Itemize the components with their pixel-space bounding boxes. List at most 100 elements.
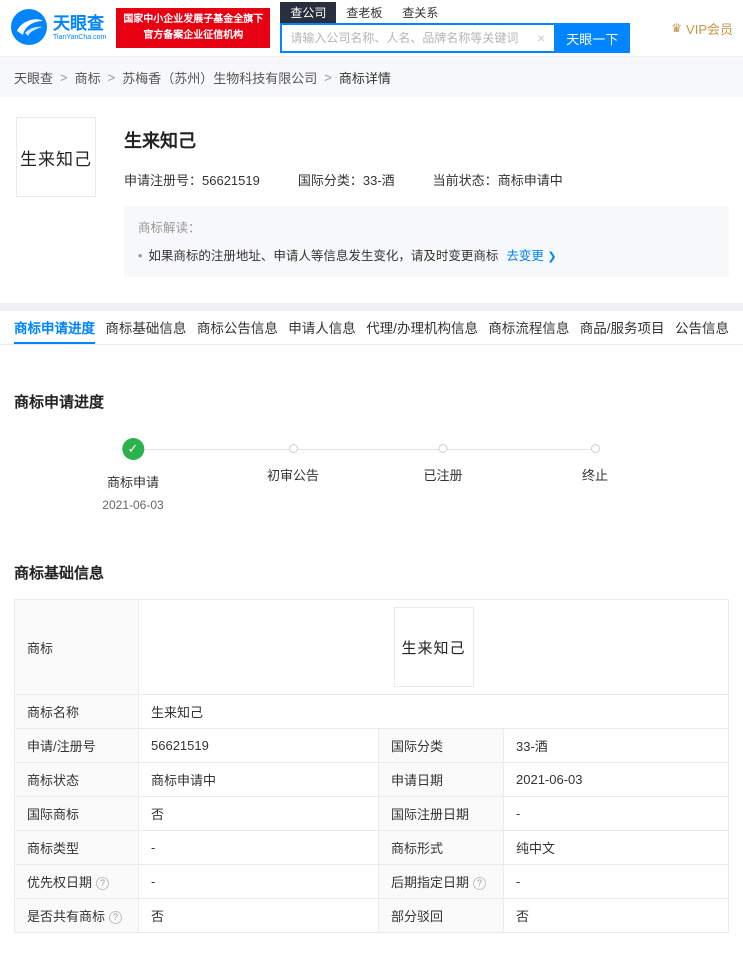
progress-section-title: 商标申请进度 xyxy=(14,394,105,411)
cell-value: - xyxy=(138,830,379,865)
tab-gazette-info[interactable]: 公告信息 xyxy=(675,311,729,344)
step-terminated: 终止 xyxy=(582,438,608,484)
step-label: 终止 xyxy=(581,468,609,483)
basic-info-section-title: 商标基础信息 xyxy=(14,565,105,582)
cell-label: 国际商标 xyxy=(14,796,139,831)
cell-label: 国际注册日期 xyxy=(378,796,504,831)
table-row: 商标状态 商标申请中 申请日期 2021-06-03 xyxy=(14,762,729,797)
basic-info-section: 商标基础信息 商标 生来知己 商标名称 生来知己 申请/注册号 56621519… xyxy=(0,534,743,953)
cell-value: 纯中文 xyxy=(503,830,729,865)
step-dot-icon xyxy=(438,444,448,453)
tianyancha-logo-icon xyxy=(10,8,48,49)
table-row: 是否共有商标? 否 部分驳回 否 xyxy=(14,898,729,933)
vip-link[interactable]: ♛ VIP会员 xyxy=(671,19,733,38)
table-row: 优先权日期? - 后期指定日期? - xyxy=(14,864,729,899)
cell-value: - xyxy=(503,864,729,899)
check-icon: ✓ xyxy=(121,438,144,460)
cell-label: 是否共有商标? xyxy=(14,898,139,933)
cell-label: 后期指定日期? xyxy=(378,864,504,899)
detail-tabs: 商标申请进度 商标基础信息 商标公告信息 申请人信息 代理/办理机构信息 商标流… xyxy=(0,311,743,345)
breadcrumb: 天眼查 > 商标 > 苏梅香（苏州）生物科技有限公司 > 商标详情 xyxy=(0,57,743,97)
trademark-summary: 生来知己 生来知己 申请注册号：56621519 国际分类：33-酒 当前状态：… xyxy=(0,97,743,303)
cell-label: 商标形式 xyxy=(378,830,504,865)
step-applied: ✓ 商标申请 2021-06-03 xyxy=(102,438,164,512)
tab-basic-info[interactable]: 商标基础信息 xyxy=(105,311,186,344)
logo-name: 天眼查 xyxy=(53,13,104,33)
step-label: 已注册 xyxy=(423,468,463,483)
tab-progress[interactable]: 商标申请进度 xyxy=(14,311,95,344)
breadcrumb-item-current: 商标详情 xyxy=(338,70,391,86)
cell-value: 56621519 xyxy=(138,728,379,763)
breadcrumb-item-company[interactable]: 苏梅香（苏州）生物科技有限公司 xyxy=(122,68,317,87)
cell-value: 生来知己 xyxy=(138,599,729,695)
step-dot-icon xyxy=(590,444,600,453)
breadcrumb-separator: > xyxy=(60,69,68,85)
help-icon[interactable]: ? xyxy=(96,877,110,890)
badge-line1: 国家中小企业发展子基金全旗下 xyxy=(123,14,264,25)
meta-reg-number-label: 申请注册号： xyxy=(124,173,203,188)
search-type-tabs: 查公司 查老板 查关系 xyxy=(280,2,630,23)
meta-intl-class: 国际分类：33-酒 xyxy=(298,170,395,189)
search-tab-company[interactable]: 查公司 xyxy=(280,2,337,23)
crown-icon: ♛ xyxy=(671,21,683,35)
search-tab-boss[interactable]: 查老板 xyxy=(336,2,392,23)
logo-domain: TianYanCha.com xyxy=(53,33,107,41)
badge-line2: 官方备案企业征信机构 xyxy=(143,30,244,41)
tip-title: 商标解读： xyxy=(138,221,201,235)
breadcrumb-separator: > xyxy=(107,69,116,85)
meta-reg-number: 申请注册号：56621519 xyxy=(124,170,260,189)
breadcrumb-item-trademark[interactable]: 商标 xyxy=(75,68,101,87)
cell-label: 商标状态 xyxy=(14,762,139,797)
help-icon[interactable]: ? xyxy=(473,877,487,890)
meta-status-label: 当前状态： xyxy=(432,173,498,188)
breadcrumb-separator: > xyxy=(324,69,332,85)
table-row: 申请/注册号 56621519 国际分类 33-酒 xyxy=(14,728,729,763)
table-row: 国际商标 否 国际注册日期 - xyxy=(14,796,729,831)
search-input[interactable] xyxy=(282,31,529,45)
certification-badge: 国家中小企业发展子基金全旗下 官方备案企业征信机构 xyxy=(116,8,271,48)
cell-value: 否 xyxy=(138,796,379,831)
top-bar: 天眼查 TianYanCha.com 国家中小企业发展子基金全旗下 官方备案企业… xyxy=(0,0,743,57)
cell-label: 国际分类 xyxy=(378,728,504,763)
search-box: 查公司 查老板 查关系 × 天眼一下 xyxy=(280,2,631,53)
change-trademark-link[interactable]: 去变更 ❯ xyxy=(506,249,556,263)
tab-applicant-info[interactable]: 申请人信息 xyxy=(288,311,356,344)
bullet-icon: • xyxy=(138,249,143,263)
help-icon[interactable]: ? xyxy=(109,911,123,924)
search-button[interactable]: 天眼一下 xyxy=(554,23,631,53)
cell-value: 否 xyxy=(503,898,729,933)
table-row: 商标类型 - 商标形式 纯中文 xyxy=(14,830,729,865)
tab-announcement-info[interactable]: 商标公告信息 xyxy=(197,311,278,344)
cell-value: 2021-06-03 xyxy=(503,762,729,797)
cell-label: 部分驳回 xyxy=(378,898,504,933)
step-label: 初审公告 xyxy=(266,468,320,483)
cell-label: 商标名称 xyxy=(14,694,139,729)
meta-status-value: 商标申请中 xyxy=(497,173,563,188)
meta-intl-class-value: 33-酒 xyxy=(362,173,395,188)
vip-label: VIP会员 xyxy=(686,21,733,37)
meta-status: 当前状态：商标申请中 xyxy=(433,170,563,189)
search-tab-relation[interactable]: 查关系 xyxy=(392,2,448,23)
trademark-image: 生来知己 xyxy=(393,607,474,687)
step-registered: 已注册 xyxy=(423,438,463,484)
tab-agency-info[interactable]: 代理/办理机构信息 xyxy=(366,311,478,344)
progress-timeline: ✓ 商标申请 2021-06-03 初审公告 已注册 终止 xyxy=(14,438,729,524)
cell-label: 优先权日期? xyxy=(14,864,139,899)
timeline-line xyxy=(133,449,595,450)
step-dot-icon xyxy=(288,444,298,453)
tab-goods-services[interactable]: 商品/服务项目 xyxy=(580,311,665,344)
meta-reg-number-value: 56621519 xyxy=(202,173,260,188)
tip-text: 如果商标的注册地址、申请人等信息发生变化，请及时变更商标 xyxy=(148,249,499,263)
search-field: × xyxy=(280,23,555,53)
cell-label: 申请日期 xyxy=(378,762,504,797)
app-logo[interactable]: 天眼查 TianYanCha.com xyxy=(10,8,106,49)
basic-info-table: 商标 生来知己 商标名称 生来知己 申请/注册号 56621519 国际分类 3… xyxy=(14,599,729,933)
cell-label: 申请/注册号 xyxy=(14,728,139,763)
section-divider xyxy=(0,303,743,311)
page-title: 生来知己 xyxy=(124,131,196,151)
tab-flow-info[interactable]: 商标流程信息 xyxy=(488,311,569,344)
cell-value: 否 xyxy=(138,898,379,933)
breadcrumb-item-home[interactable]: 天眼查 xyxy=(14,68,53,87)
clear-icon[interactable]: × xyxy=(528,30,554,46)
cell-label: 商标 xyxy=(14,599,139,695)
